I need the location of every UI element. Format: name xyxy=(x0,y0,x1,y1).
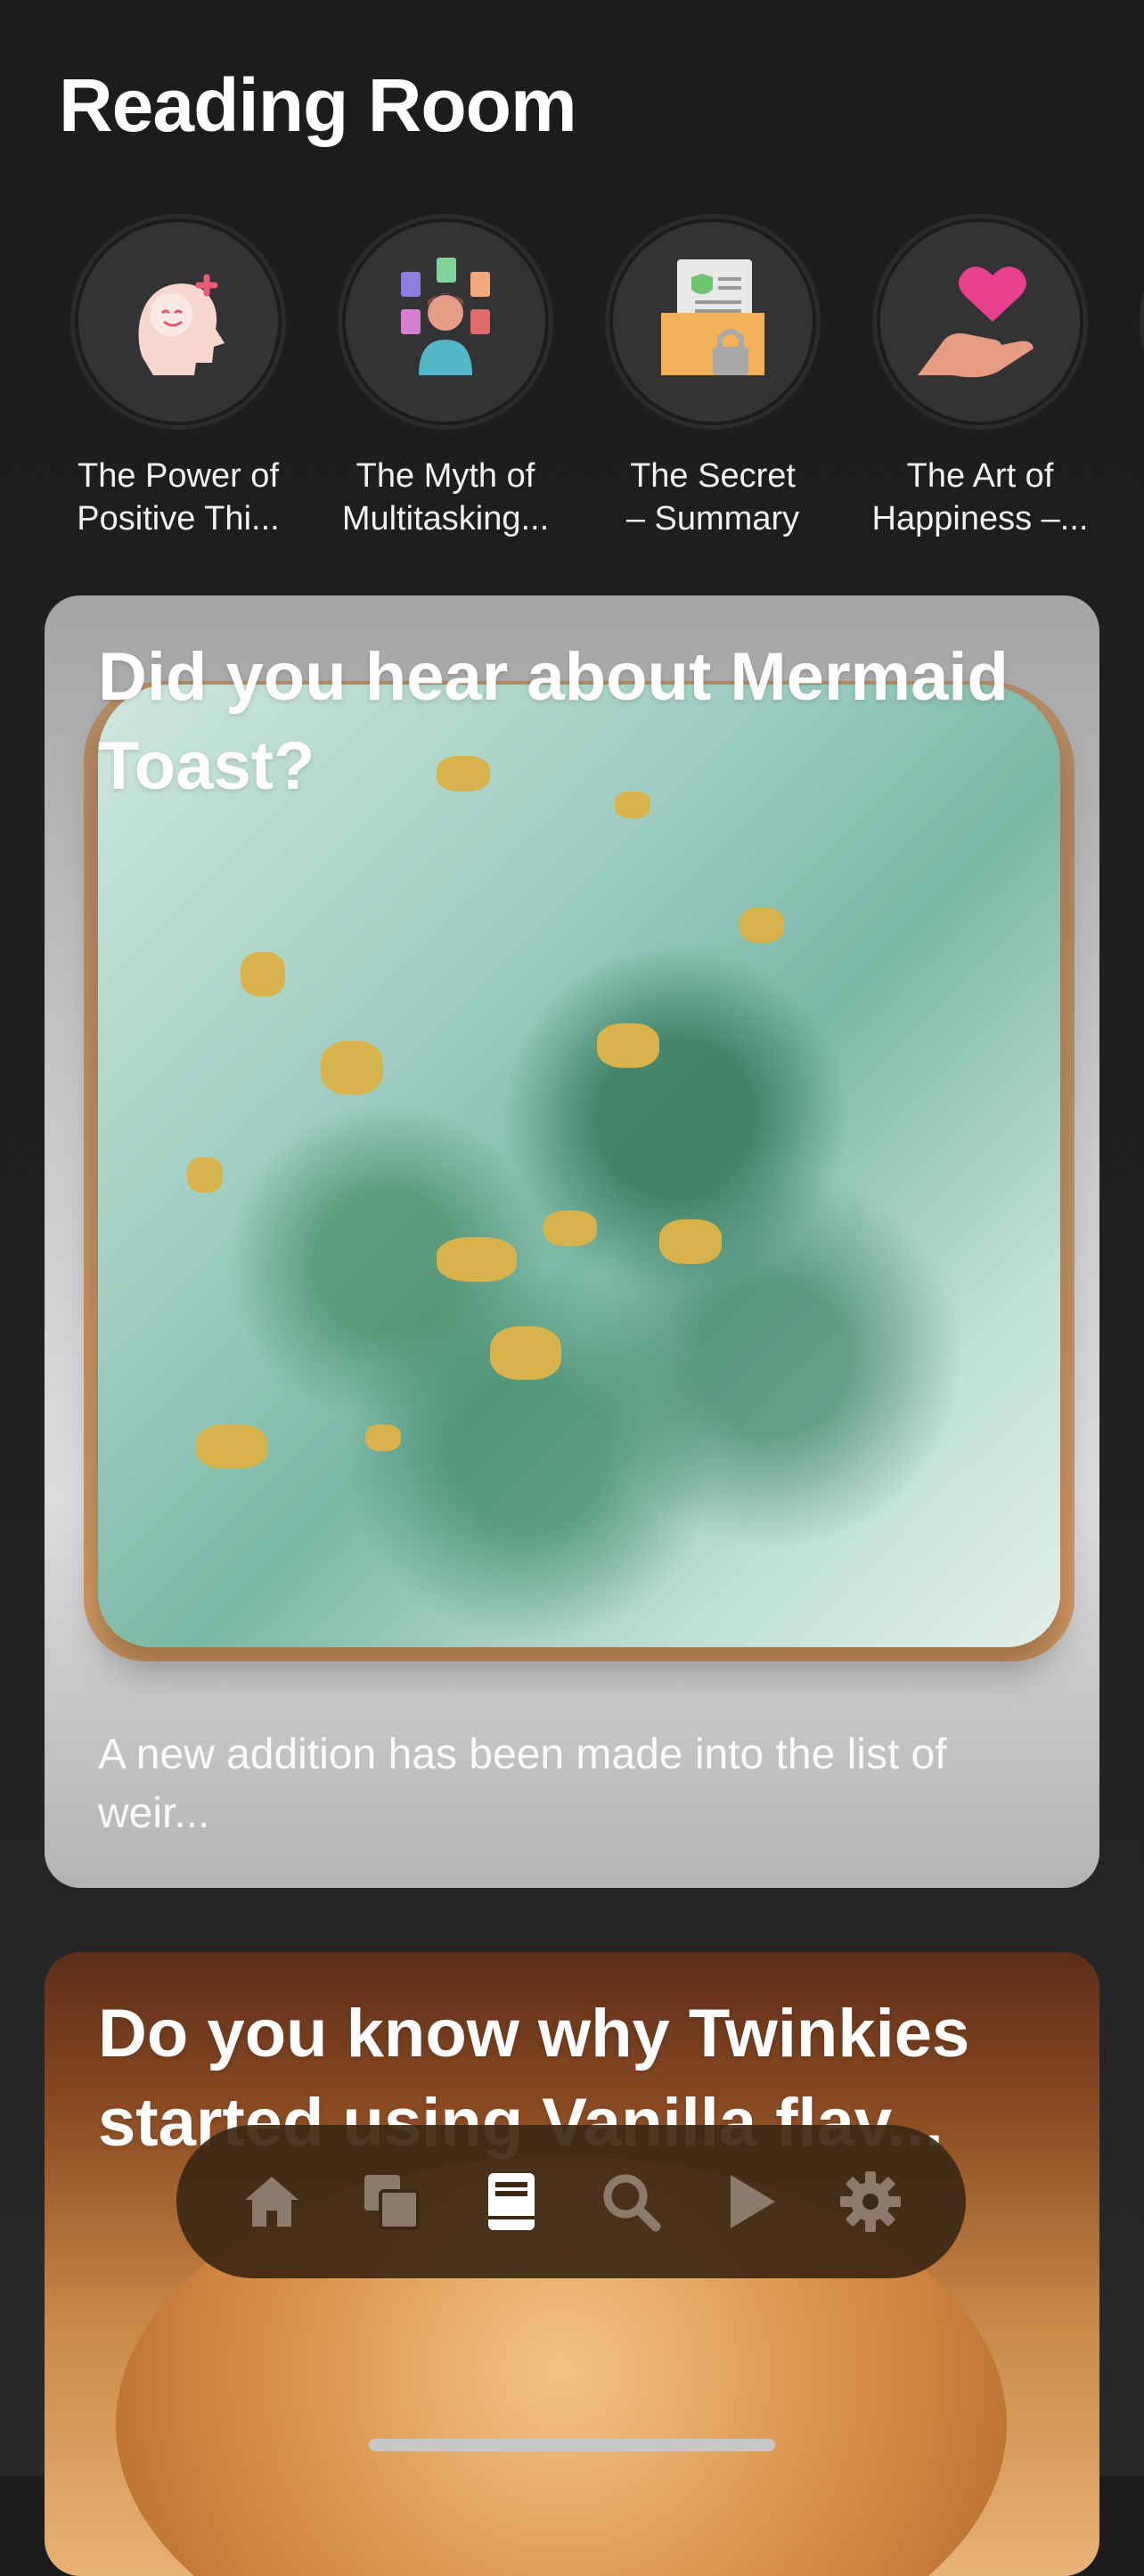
settings-button[interactable] xyxy=(833,2164,908,2239)
card-title: Did you hear about Mermaid Toast? xyxy=(98,639,1009,804)
person-documents-icon xyxy=(401,258,490,375)
home-icon xyxy=(245,2177,299,2227)
toast-image-topping xyxy=(98,685,1060,1647)
stories-row[interactable]: The Power of Positive Thi... The Myth of… xyxy=(0,214,1144,553)
play-icon xyxy=(731,2175,776,2228)
story-label: The Art of Happiness –... xyxy=(871,457,1089,537)
story-ring[interactable] xyxy=(70,214,286,430)
library-button[interactable] xyxy=(474,2164,549,2239)
article-card[interactable]: Did you hear about Mermaid Toast? A new … xyxy=(45,595,1099,1888)
story-item[interactable]: The Power of Positive Thi... xyxy=(45,214,312,540)
story-item[interactable]: The Secret – Summary xyxy=(579,214,846,540)
heart-hand-icon xyxy=(918,267,1034,378)
story-ring[interactable] xyxy=(872,214,1088,430)
play-button[interactable] xyxy=(713,2164,788,2239)
page-title: Reading Room xyxy=(59,63,577,147)
story-item[interactable]: The Myth of Multitasking... xyxy=(312,214,579,540)
story-ring[interactable] xyxy=(605,214,821,430)
card-description: A new addition has been made into the li… xyxy=(98,1731,947,1837)
story-ring[interactable] xyxy=(338,214,553,430)
stack-icon xyxy=(364,2175,421,2230)
story-label: I E xyxy=(1114,455,1144,540)
bottom-nav xyxy=(176,2125,966,2278)
story-label: The Power of Positive Thi... xyxy=(77,457,280,537)
secret-folder-icon xyxy=(661,259,764,375)
story-ring[interactable] xyxy=(1140,214,1144,430)
gear-icon xyxy=(839,2171,901,2232)
search-button[interactable] xyxy=(593,2164,668,2239)
head-smile-icon xyxy=(138,274,225,375)
search-icon xyxy=(603,2174,661,2232)
story-label: The Myth of Multitasking... xyxy=(341,457,550,537)
home-button[interactable] xyxy=(234,2164,309,2239)
book-icon xyxy=(487,2173,535,2230)
story-item[interactable]: The Art of Happiness –... xyxy=(846,214,1114,540)
stack-button[interactable] xyxy=(354,2164,429,2239)
story-label: The Secret – Summary xyxy=(625,457,800,537)
home-indicator[interactable] xyxy=(369,2439,775,2451)
story-item[interactable]: I E xyxy=(1114,214,1144,540)
